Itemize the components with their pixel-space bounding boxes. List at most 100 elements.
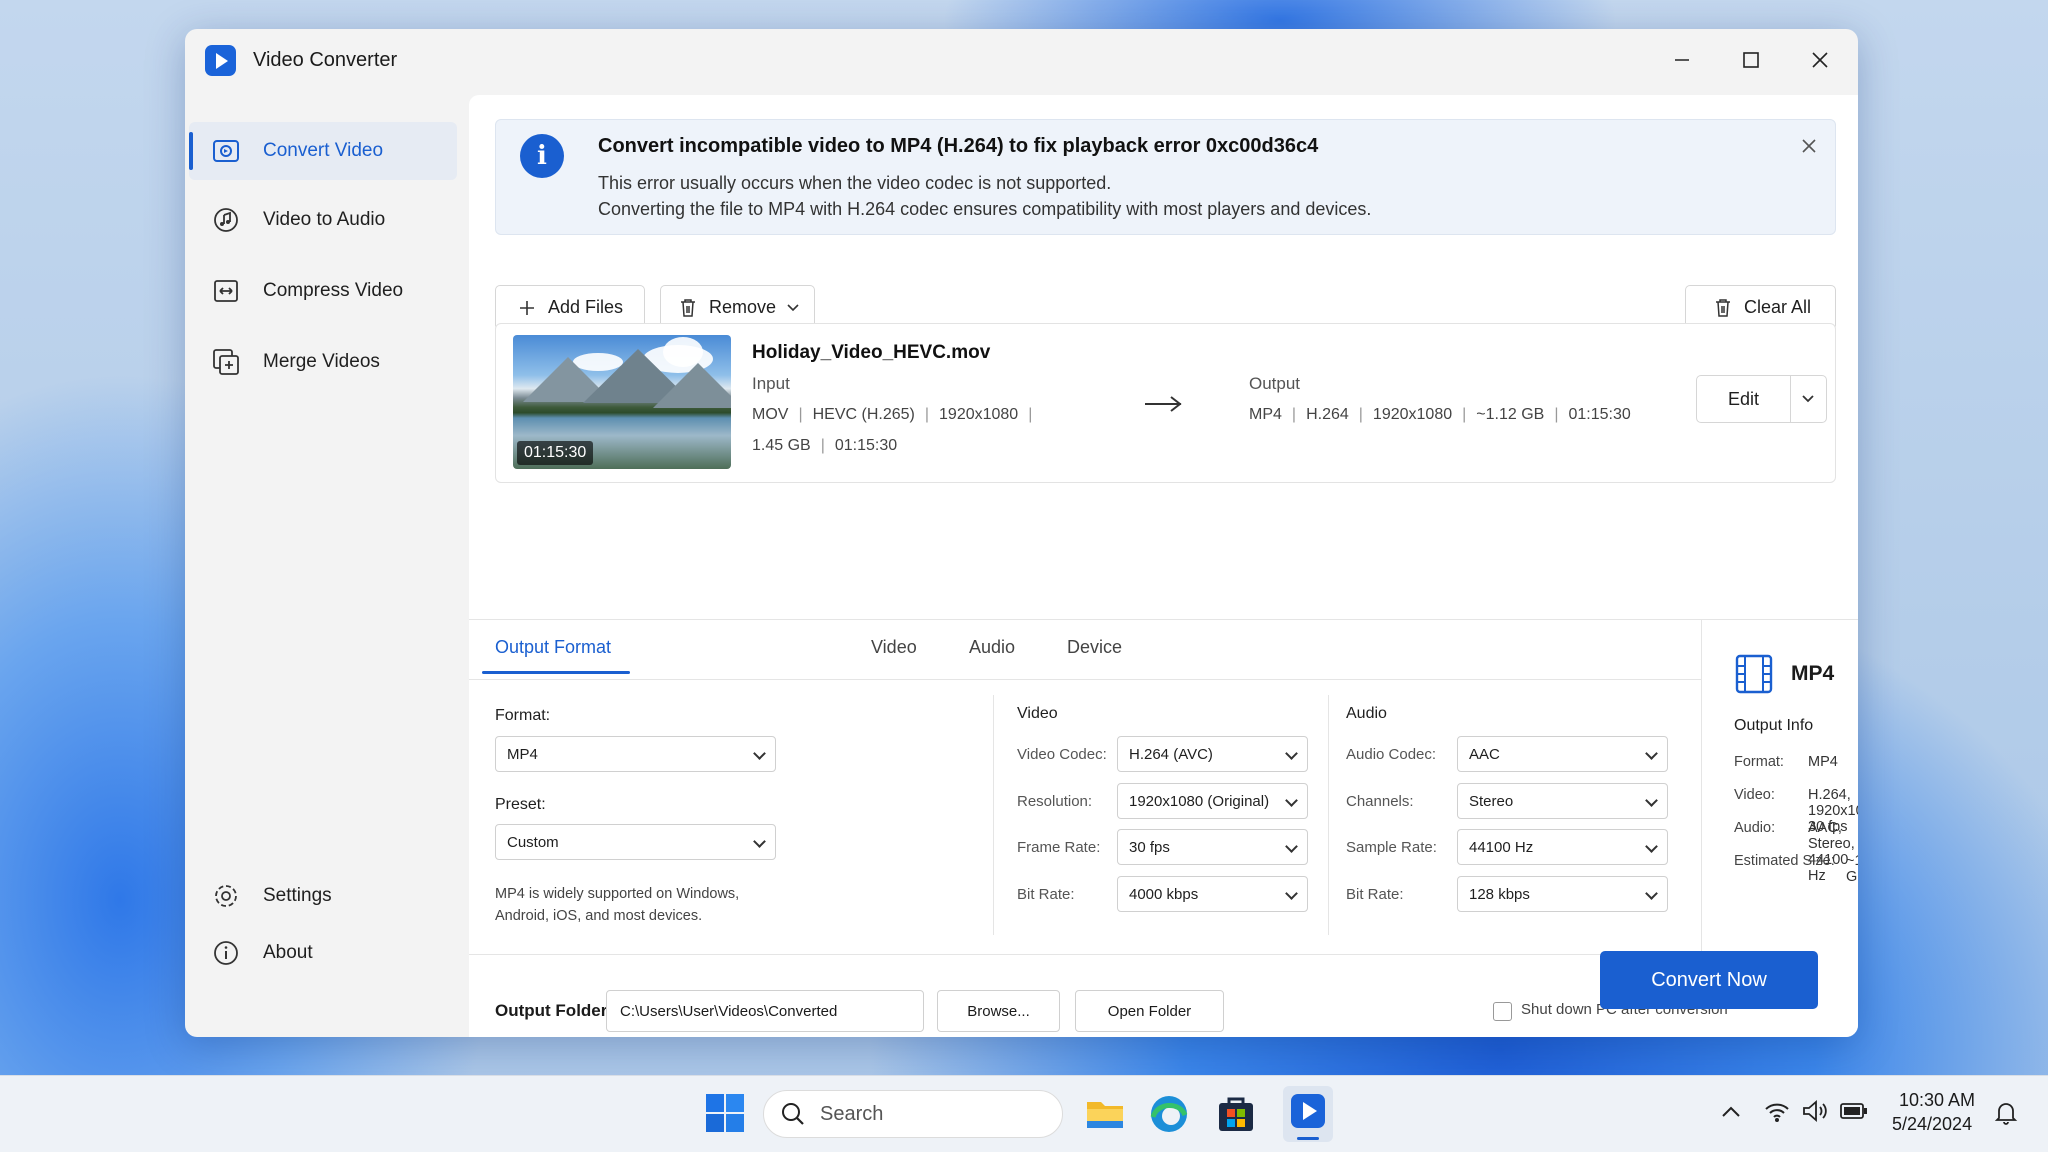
oi-size-key: Estimated Size:: [1734, 853, 1835, 869]
oi-format-value: MP4: [1808, 754, 1838, 770]
format-note: MP4 is widely supported on Windows, Andr…: [495, 886, 740, 924]
close-icon: [1802, 139, 1816, 153]
chevron-down-icon: [1645, 840, 1658, 853]
column-divider: [993, 695, 994, 935]
frame-rate-label: Frame Rate:: [1017, 839, 1101, 856]
sidebar-item-compress-video[interactable]: Compress Video: [189, 262, 457, 320]
battery-icon[interactable]: [1840, 1102, 1868, 1120]
volume-icon[interactable]: [1801, 1099, 1829, 1123]
resolution-label: Resolution:: [1017, 793, 1093, 810]
chevron-down-icon: [1645, 887, 1658, 900]
video-codec-label: Video Codec:: [1017, 746, 1107, 763]
store-icon[interactable]: [1215, 1093, 1257, 1135]
sidebar-item-label: Merge Videos: [263, 351, 380, 372]
input-label: Input: [752, 374, 790, 393]
sample-rate-label: Sample Rate:: [1346, 839, 1437, 856]
tab-video[interactable]: Video: [871, 637, 917, 658]
notification-bell-icon[interactable]: [1994, 1100, 2018, 1126]
banner-text-line2: Converting the file to MP4 with H.264 co…: [598, 199, 1372, 219]
oi-format-key: Format:: [1734, 754, 1784, 770]
merge-icon: [211, 347, 241, 377]
panel-divider: [469, 679, 1701, 680]
chevron-down-icon: [787, 303, 799, 311]
column-divider: [1328, 695, 1329, 935]
windows-start-icon[interactable]: [706, 1094, 744, 1132]
sidebar-item-label: Settings: [263, 885, 332, 906]
resolution-select[interactable]: 1920x1080 (Original): [1117, 783, 1308, 819]
browse-button[interactable]: Browse...: [937, 990, 1060, 1032]
info-banner: i Convert incompatible video to MP4 (H.2…: [495, 119, 1836, 235]
audio-bit-rate-select[interactable]: 128 kbps: [1457, 876, 1668, 912]
video-section-heading: Video: [1017, 705, 1058, 722]
plus-icon: [520, 300, 534, 315]
taskbar-search[interactable]: Search: [763, 1090, 1063, 1138]
chevron-down-icon: [753, 747, 766, 760]
audio-bit-rate-label: Bit Rate:: [1346, 886, 1404, 903]
tab-device[interactable]: Device: [1067, 637, 1122, 658]
app-logo-icon: [205, 45, 236, 76]
preset-select[interactable]: Custom: [495, 824, 776, 860]
output-label: Output: [1249, 374, 1301, 393]
input-meta-line2: 1.45 GB | 01:15:30: [752, 437, 898, 454]
tab-output-format[interactable]: Output Format: [495, 637, 611, 658]
video-bit-rate-label: Bit Rate:: [1017, 886, 1075, 903]
video-bit-rate-select[interactable]: 4000 kbps: [1117, 876, 1308, 912]
search-placeholder: Search: [820, 1102, 884, 1125]
video-codec-select[interactable]: H.264 (AVC): [1117, 736, 1308, 772]
shutdown-checkbox[interactable]: [1493, 1002, 1512, 1021]
film-icon: [1735, 654, 1773, 694]
file-explorer-icon[interactable]: [1084, 1093, 1126, 1135]
chevron-down-icon: [1285, 747, 1298, 760]
video-thumbnail: 01:15:30: [513, 335, 731, 469]
edit-button[interactable]: Edit: [1697, 376, 1791, 422]
output-info-heading: Output Info: [1734, 717, 1814, 734]
format-select[interactable]: MP4: [495, 736, 776, 772]
arrow-right-icon: [1145, 396, 1182, 412]
output-folder-input[interactable]: C:\Users\User\Videos\Converted: [606, 990, 924, 1032]
tabs-divider: [469, 619, 1858, 620]
convert-now-button[interactable]: Convert Now: [1600, 951, 1818, 1009]
sidebar-item-about[interactable]: About: [189, 924, 457, 982]
sidebar-item-settings[interactable]: Settings: [189, 867, 457, 925]
channels-select[interactable]: Stereo: [1457, 783, 1668, 819]
maximize-button[interactable]: [1726, 39, 1776, 81]
taskbar: Search 10:30 AM 5/24/2024: [0, 1075, 2048, 1152]
channels-label: Channels:: [1346, 793, 1414, 810]
sidebar-item-merge-videos[interactable]: Merge Videos: [189, 333, 457, 391]
banner-close-button[interactable]: [1801, 134, 1817, 160]
video-converter-taskbar-button[interactable]: [1283, 1086, 1333, 1142]
open-folder-button[interactable]: Open Folder: [1075, 990, 1224, 1032]
clear-all-label: Clear All: [1744, 297, 1812, 317]
banner-text-line1: This error usually occurs when the video…: [598, 173, 1112, 193]
chevron-down-icon[interactable]: [1801, 394, 1815, 404]
frame-rate-select[interactable]: 30 fps: [1117, 829, 1308, 865]
tab-indicator: [482, 671, 630, 674]
minimize-button[interactable]: [1657, 39, 1707, 81]
clock-time[interactable]: 10:30 AM: [1899, 1090, 1975, 1111]
input-meta-line1: MOV | HEVC (H.265) | 1920x1080 |: [752, 406, 1033, 423]
chevron-down-icon: [1285, 887, 1298, 900]
info-divider: [1701, 620, 1702, 953]
audio-codec-label: Audio Codec:: [1346, 746, 1437, 763]
edge-browser-icon[interactable]: [1148, 1093, 1190, 1135]
remove-label: Remove: [709, 297, 777, 317]
window-title: Video Converter: [253, 49, 398, 71]
sidebar-item-convert-video[interactable]: Convert Video: [189, 122, 457, 180]
edit-split-button[interactable]: Edit: [1696, 375, 1827, 423]
sidebar-item-label: Compress Video: [263, 280, 404, 301]
close-button[interactable]: [1795, 39, 1845, 81]
wifi-icon[interactable]: [1764, 1101, 1790, 1123]
maximize-icon: [1743, 52, 1759, 68]
audio-section-heading: Audio: [1346, 705, 1387, 722]
output-folder-label: Output Folder:: [495, 1001, 614, 1020]
close-icon: [1812, 52, 1828, 68]
audio-codec-select[interactable]: AAC: [1457, 736, 1668, 772]
chevron-up-icon[interactable]: [1720, 1104, 1742, 1120]
sample-rate-select[interactable]: 44100 Hz: [1457, 829, 1668, 865]
chevron-down-icon: [1285, 794, 1298, 807]
main-content: i Convert incompatible video to MP4 (H.2…: [469, 95, 1858, 1037]
format-label: Format:: [495, 707, 551, 724]
sidebar-item-video-to-audio[interactable]: Video to Audio: [189, 191, 457, 249]
clock-date[interactable]: 5/24/2024: [1892, 1114, 1972, 1135]
tab-audio[interactable]: Audio: [969, 637, 1015, 658]
